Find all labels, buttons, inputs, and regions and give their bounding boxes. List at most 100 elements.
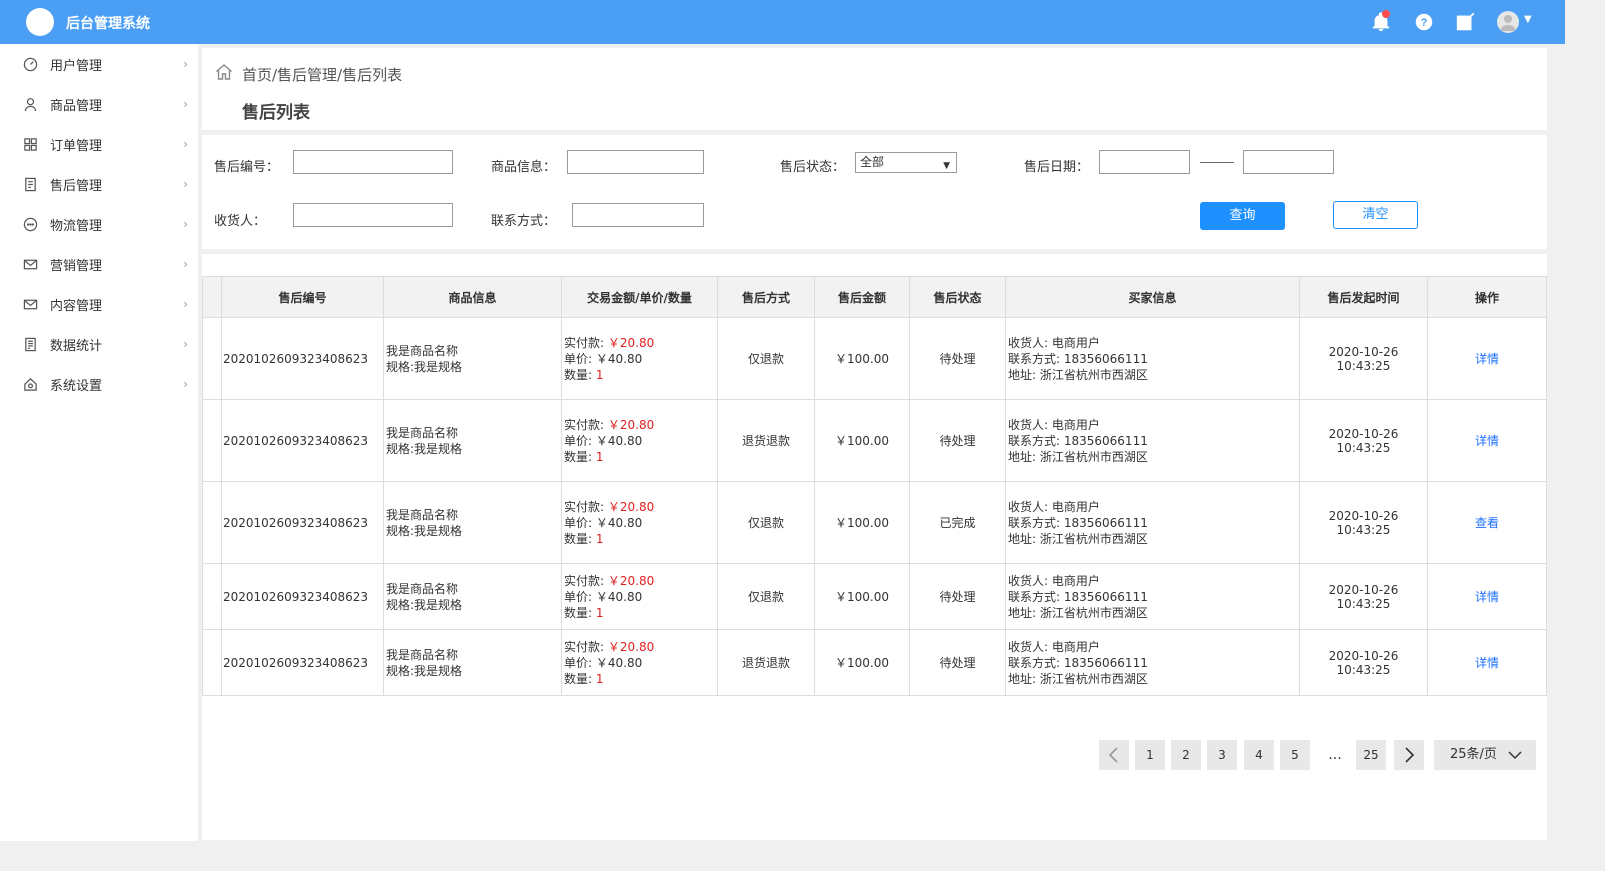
sidebar-item-aftersale-management[interactable]: 售后管理 ›	[0, 164, 198, 204]
page-button[interactable]: 5	[1280, 740, 1310, 770]
sidebar-item-system-settings[interactable]: 系统设置 ›	[0, 364, 198, 404]
goods-info-cell: 我是商品名称 规格:我是规格	[383, 563, 562, 630]
column-header: 商品信息	[383, 276, 562, 318]
sidebar-item-label: 内容管理	[50, 298, 103, 314]
table-row: 2020102609323408623 我是商品名称 规格:我是规格 实付款: ￥…	[202, 629, 1547, 696]
column-header: 售后编号	[221, 276, 384, 318]
after-sale-time: 2020-10-26 10:43:25	[1299, 629, 1428, 696]
chevron-right-icon: ›	[183, 57, 188, 71]
after-sale-id: 2020102609323408623	[221, 629, 384, 696]
page-button[interactable]: 3	[1207, 740, 1237, 770]
goods-spec: 规格:我是规格	[386, 597, 463, 612]
goods-spec: 规格:我是规格	[386, 359, 463, 374]
goods-info-input[interactable]	[567, 150, 704, 174]
date-range-separator	[1200, 162, 1234, 163]
page-size-value: 25条/页	[1450, 747, 1497, 762]
page-button[interactable]: 4	[1244, 740, 1274, 770]
sidebar: 用户管理 › 商品管理 › 订单管理 › 售后管理 › 物流管理 › 营销管理 …	[0, 44, 198, 841]
page-button[interactable]: 1	[1135, 740, 1165, 770]
detail-link[interactable]: 详情	[1475, 590, 1499, 604]
home-icon[interactable]	[214, 62, 234, 82]
table-header-row: 售后编号 商品信息 交易金额/单价/数量 售后方式 售后金额 售后状态 买家信息…	[202, 276, 1547, 318]
paid-label: 实付款:	[564, 499, 605, 514]
avatar[interactable]	[1497, 11, 1519, 33]
table-card: 售后编号 商品信息 交易金额/单价/数量 售后方式 售后金额 售后状态 买家信息…	[202, 254, 1547, 840]
chevron-right-icon: ›	[183, 297, 188, 311]
after-sale-no-label: 售后编号：	[214, 160, 280, 175]
breadcrumb-card: 首页/售后管理/售后列表 售后列表	[202, 48, 1547, 130]
qty-label: 数量:	[564, 671, 593, 686]
chevron-down-icon	[1508, 751, 1522, 760]
sidebar-item-logistics-management[interactable]: 物流管理 ›	[0, 204, 198, 244]
sidebar-item-label: 营销管理	[50, 258, 103, 274]
grid-icon	[22, 136, 38, 152]
breadcrumb[interactable]: 首页/售后管理/售后列表	[242, 64, 402, 85]
date-end-input[interactable]	[1243, 150, 1334, 174]
paid-label: 实付款:	[564, 573, 605, 588]
sidebar-item-order-management[interactable]: 订单管理 ›	[0, 124, 198, 164]
report-icon	[22, 336, 38, 352]
goods-name: 我是商品名称	[386, 425, 459, 440]
detail-link[interactable]: 详情	[1475, 434, 1499, 448]
action-cell: 查看	[1427, 481, 1547, 564]
row-select-cell[interactable]	[202, 629, 222, 696]
qty-label: 数量:	[564, 367, 593, 382]
after-sale-method: 仅退款	[717, 481, 815, 564]
buyer-contact: 联系方式: 18356066111	[1008, 589, 1148, 604]
row-select-cell[interactable]	[202, 481, 222, 564]
sidebar-item-data-statistics[interactable]: 数据统计 ›	[0, 324, 198, 364]
page-button[interactable]: 2	[1171, 740, 1201, 770]
next-page-button[interactable]	[1394, 740, 1424, 770]
goods-spec: 规格:我是规格	[386, 441, 463, 456]
sidebar-item-label: 物流管理	[50, 218, 103, 234]
dashboard-icon	[22, 56, 38, 72]
column-header: 售后方式	[717, 276, 815, 318]
row-select-cell[interactable]	[202, 563, 222, 630]
chevron-right-icon: ›	[183, 377, 188, 391]
row-select-cell[interactable]	[202, 399, 222, 482]
prev-page-button[interactable]	[1099, 740, 1129, 770]
after-sale-amount: ￥100.00	[814, 481, 910, 564]
edit-icon[interactable]	[1455, 11, 1477, 33]
page-ellipsis: ...	[1328, 747, 1342, 763]
date-start-input[interactable]	[1099, 150, 1190, 174]
paid-amount: ￥20.80	[607, 573, 655, 588]
unit-price: ￥40.80	[595, 433, 643, 448]
detail-link[interactable]: 详情	[1475, 352, 1499, 366]
chevron-right-icon: ›	[183, 337, 188, 351]
notification-badge	[1382, 10, 1390, 18]
app-title: 后台管理系统	[66, 16, 150, 32]
sidebar-item-marketing-management[interactable]: 营销管理 ›	[0, 244, 198, 284]
last-page-button[interactable]: 25	[1356, 740, 1386, 770]
select-column-header	[202, 276, 222, 318]
sidebar-item-goods-management[interactable]: 商品管理 ›	[0, 84, 198, 124]
chat-icon	[22, 216, 38, 232]
receiver-input[interactable]	[293, 203, 453, 227]
column-header: 售后状态	[909, 276, 1006, 318]
view-link[interactable]: 查看	[1475, 516, 1499, 530]
quantity: 1	[595, 367, 604, 382]
status-select[interactable]: 全部 ▼	[855, 152, 957, 173]
qty-label: 数量:	[564, 449, 593, 464]
after-sale-no-input[interactable]	[293, 150, 453, 174]
column-header: 交易金额/单价/数量	[561, 276, 718, 318]
contact-input[interactable]	[572, 203, 704, 227]
chevron-down-icon[interactable]: ▼	[1524, 14, 1532, 25]
bell-icon[interactable]	[1370, 10, 1392, 33]
unit-price: ￥40.80	[595, 589, 643, 604]
after-sale-time: 2020-10-26 10:43:25	[1299, 481, 1428, 564]
page-size-select[interactable]: 25条/页	[1434, 740, 1536, 770]
paid-label: 实付款:	[564, 417, 605, 432]
after-sale-id: 2020102609323408623	[221, 399, 384, 482]
help-icon[interactable]: ?	[1413, 11, 1435, 33]
query-button[interactable]: 查询	[1200, 202, 1285, 230]
goods-name: 我是商品名称	[386, 507, 459, 522]
sidebar-item-label: 系统设置	[50, 378, 103, 394]
sidebar-item-user-management[interactable]: 用户管理 ›	[0, 44, 198, 84]
sidebar-item-content-management[interactable]: 内容管理 ›	[0, 284, 198, 324]
unit-label: 单价:	[564, 351, 593, 366]
detail-link[interactable]: 详情	[1475, 656, 1499, 670]
price-cell: 实付款: ￥20.80 单价: ￥40.80 数量: 1	[561, 399, 718, 482]
row-select-cell[interactable]	[202, 317, 222, 400]
clear-button[interactable]: 清空	[1333, 201, 1418, 229]
